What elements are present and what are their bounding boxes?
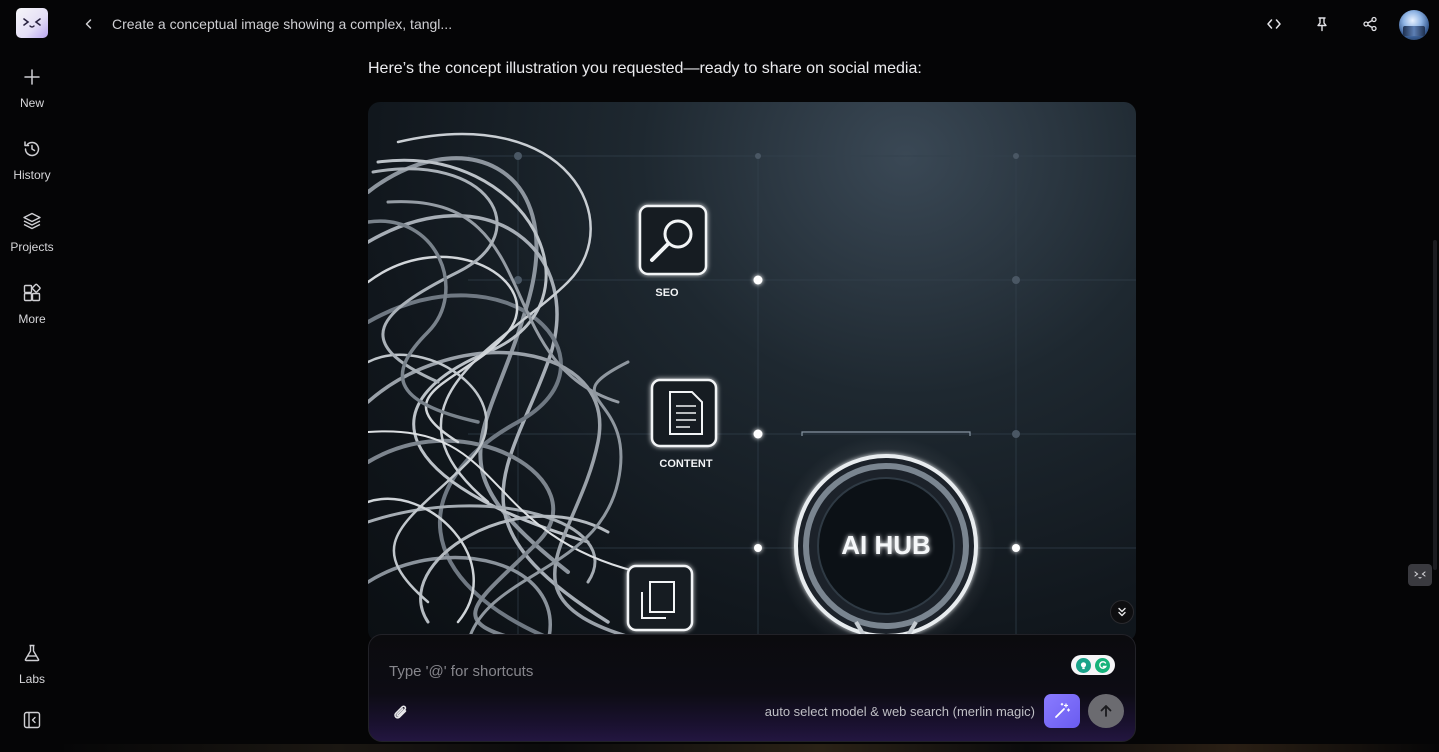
grammarly-icon[interactable]: [1095, 657, 1110, 673]
arrow-up-icon: [1100, 705, 1112, 717]
bottom-content-strip: [64, 744, 1439, 752]
share-icon: [1363, 16, 1377, 32]
back-button[interactable]: [78, 13, 100, 35]
sidebar-item-label: History: [13, 168, 51, 182]
sidebar-item-label: New: [19, 96, 44, 110]
merlin-side-widget[interactable]: [1408, 564, 1432, 586]
page-scrollbar[interactable]: [1433, 240, 1437, 570]
merlin-logo[interactable]: [16, 8, 48, 38]
sidebar-item-label: Projects: [10, 240, 54, 254]
sidebar-item-more[interactable]: More: [0, 280, 64, 340]
flask-icon: [21, 642, 43, 664]
magic-wand-icon: [1055, 702, 1071, 718]
message-composer: auto select model & web search (merlin m…: [368, 634, 1136, 742]
code-view-button[interactable]: [1262, 12, 1286, 36]
generated-image[interactable]: SEO CONTENT AI HUB: [368, 102, 1136, 642]
send-button[interactable]: [1088, 694, 1124, 728]
layers-icon: [21, 210, 43, 232]
logo-face-icon: [23, 18, 41, 28]
sidebar-item-history[interactable]: History: [0, 136, 64, 196]
conversation-title[interactable]: Create a conceptual image showing a comp…: [112, 16, 452, 32]
sidebar-item-labs[interactable]: Labs: [0, 640, 64, 700]
user-avatar[interactable]: [1399, 10, 1429, 40]
grid-plus-icon: [21, 282, 43, 304]
chevron-left-icon: [85, 19, 92, 29]
sidebar-item-label: Labs: [18, 672, 46, 686]
collapse-sidebar-button[interactable]: [21, 709, 43, 731]
seo-label: SEO: [655, 287, 679, 299]
extension-badges[interactable]: [1071, 655, 1115, 675]
sidebar: New History Projects More Labs: [0, 0, 64, 752]
pin-icon: [1317, 17, 1327, 32]
message-input[interactable]: [389, 661, 1029, 681]
code-icon: [1267, 19, 1281, 29]
assistant-message-text: Here’s the concept illustration you requ…: [368, 60, 922, 77]
ai-hub-label: AI HUB: [841, 530, 931, 560]
tangled-wires-illustration: SEO CONTENT AI HUB: [368, 132, 1136, 642]
model-selector-label[interactable]: auto select model & web search (merlin m…: [745, 704, 1035, 719]
pin-button[interactable]: [1310, 12, 1334, 36]
content-label: CONTENT: [659, 458, 712, 470]
scroll-to-bottom-button[interactable]: [1110, 600, 1134, 624]
attach-file-button[interactable]: [389, 701, 413, 725]
sidebar-item-label: More: [18, 312, 46, 326]
sidebar-item-new[interactable]: New: [0, 64, 64, 124]
history-icon: [21, 138, 43, 160]
plus-icon: [21, 66, 43, 88]
merlin-face-icon: [1414, 571, 1426, 579]
paperclip-icon: [394, 705, 407, 719]
double-chevron-down-icon: [1118, 607, 1126, 617]
share-button[interactable]: [1358, 12, 1382, 36]
bulb-extension-icon[interactable]: [1076, 657, 1091, 673]
sidebar-item-projects[interactable]: Projects: [0, 208, 64, 268]
sidebar-collapse-icon: [23, 711, 41, 729]
merlin-magic-button[interactable]: [1044, 694, 1080, 728]
